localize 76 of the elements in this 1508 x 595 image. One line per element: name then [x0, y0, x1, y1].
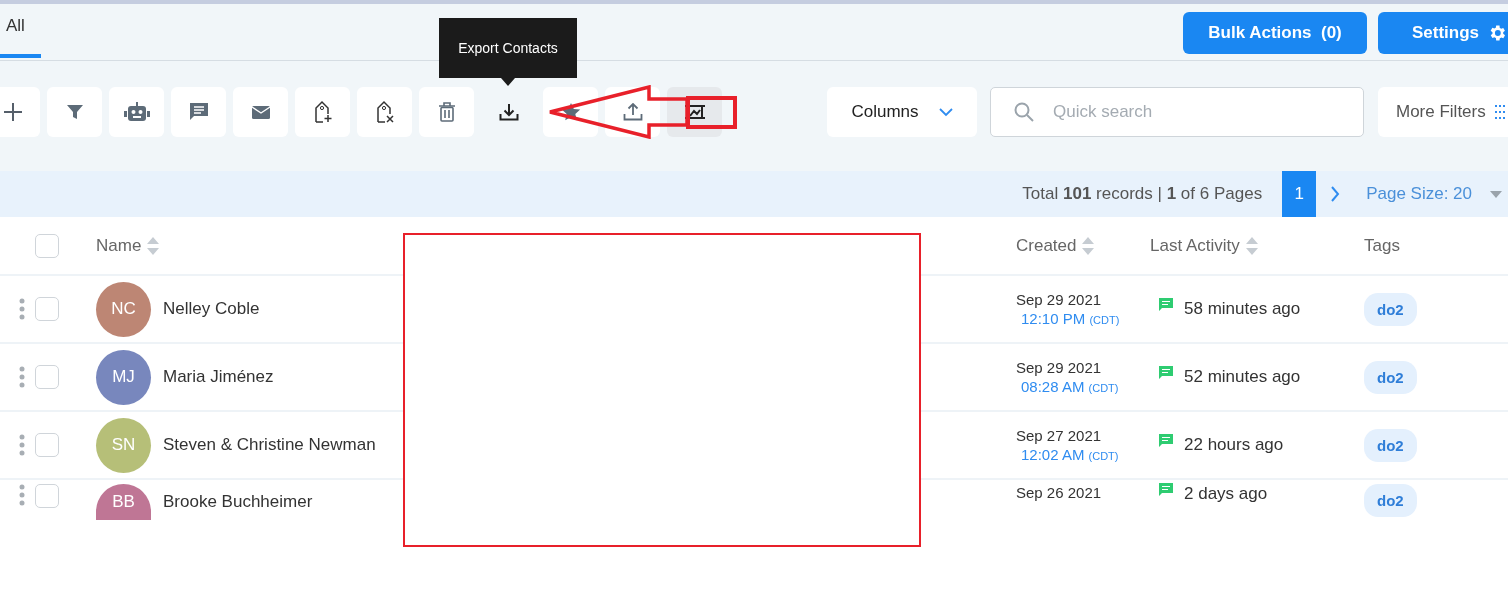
tag-remove-tool-button[interactable]	[357, 87, 412, 137]
mail-tool-button[interactable]	[233, 87, 288, 137]
last-activity: 22 hours ago	[1184, 435, 1284, 455]
created-time: 12:10 PM (CDT)	[1020, 310, 1121, 327]
tag[interactable]: do2	[1364, 360, 1417, 394]
trash-tool-button[interactable]	[419, 87, 474, 137]
filter-lines-icon	[1493, 103, 1506, 121]
chat-icon	[1158, 297, 1174, 313]
avatar: SN	[96, 417, 151, 473]
created-date: Sep 26 2021	[1016, 484, 1103, 501]
kebab-icon[interactable]	[19, 366, 25, 388]
contact-name[interactable]: Brooke Buchheimer	[163, 492, 313, 512]
tooltip: Export Contacts	[439, 18, 577, 86]
last-activity: 2 days ago	[1184, 484, 1268, 504]
row-checkbox[interactable]	[35, 365, 59, 389]
bulk-actions-button[interactable]: Bulk Actions (0)	[1183, 12, 1367, 54]
row-checkbox[interactable]	[35, 297, 59, 321]
settings-button[interactable]: Settings	[1378, 12, 1508, 54]
column-header: Tags	[1364, 235, 1400, 256]
kebab-icon[interactable]	[19, 484, 25, 506]
tag-cross-icon	[374, 100, 395, 124]
column-header: Created	[1016, 235, 1077, 256]
column-header: Last Activity	[1150, 235, 1240, 256]
caret-down-icon	[1490, 190, 1502, 198]
kebab-icon[interactable]	[19, 298, 25, 320]
page-button[interactable]: 1	[1282, 171, 1317, 217]
created-date: Sep 29 2021	[1016, 359, 1103, 376]
trash-icon	[437, 102, 456, 122]
mail-icon	[250, 104, 271, 120]
filter-icon	[65, 103, 84, 121]
plus-tool-button[interactable]	[0, 87, 40, 137]
chat-tool-button[interactable]	[171, 87, 226, 137]
search-field[interactable]: Quick search	[990, 87, 1364, 137]
tag-add-tool-button[interactable]	[295, 87, 350, 137]
robot-icon	[123, 101, 150, 123]
tag[interactable]: do2	[1364, 484, 1417, 517]
star-icon	[560, 102, 581, 122]
contact-name[interactable]: Nelley Coble	[163, 299, 260, 319]
chat-icon	[1158, 482, 1174, 498]
tag[interactable]: do2	[1364, 292, 1417, 326]
contact-name[interactable]: Steven & Christine Newman	[163, 435, 376, 455]
page-size-dropdown[interactable]: Page Size: 20	[1366, 184, 1472, 204]
tag-plus-icon	[312, 100, 333, 124]
created-time: 08:28 AM (CDT)	[1020, 378, 1120, 395]
last-activity: 52 minutes ago	[1184, 367, 1301, 387]
filter-tool-button[interactable]	[47, 87, 102, 137]
upload-icon	[622, 103, 643, 121]
last-activity: 58 minutes ago	[1184, 299, 1301, 319]
sort-icon[interactable]	[1245, 236, 1258, 255]
tag[interactable]: do2	[1364, 428, 1417, 462]
chevron-down-icon	[938, 107, 953, 117]
created-date: Sep 29 2021	[1016, 291, 1103, 308]
columns-dropdown[interactable]: Columns	[827, 87, 977, 137]
plus-icon	[2, 102, 23, 122]
row-checkbox[interactable]	[35, 433, 59, 457]
more-filters-button[interactable]: More Filters	[1378, 87, 1508, 137]
avatar: MJ	[96, 349, 151, 405]
next-page-icon[interactable]	[1330, 186, 1341, 202]
kebab-icon[interactable]	[19, 434, 25, 456]
select-all-checkbox[interactable]	[35, 233, 59, 258]
sort-icon[interactable]	[1082, 236, 1095, 255]
records-summary: Total 101 records | 1 of 6 Pages	[1022, 184, 1263, 204]
download-icon	[498, 103, 519, 121]
chat-icon	[1158, 365, 1174, 381]
column-header: Name	[96, 235, 142, 256]
chat-icon	[1158, 433, 1174, 449]
avatar: BB	[96, 484, 151, 520]
row-checkbox[interactable]	[35, 484, 59, 508]
created-time: 12:02 AM (CDT)	[1020, 446, 1120, 463]
search-icon	[1014, 102, 1034, 122]
created-date: Sep 27 2021	[1016, 427, 1103, 444]
robot-tool-button[interactable]	[109, 87, 164, 137]
sort-icon[interactable]	[147, 236, 160, 255]
chat-icon	[188, 102, 209, 122]
avatar: NC	[96, 281, 151, 337]
contact-name[interactable]: Maria Jiménez	[163, 367, 274, 387]
